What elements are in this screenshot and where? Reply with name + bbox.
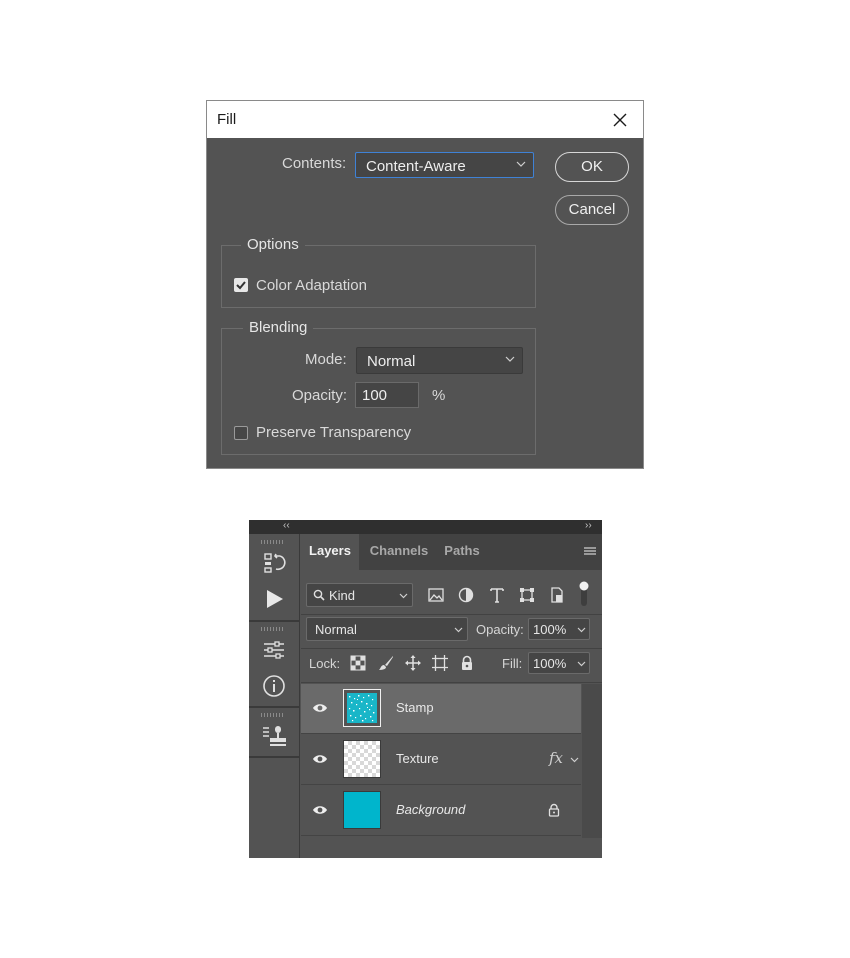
filter-shape-icon[interactable] bbox=[518, 586, 536, 604]
collapse-left-button[interactable]: ‹‹ bbox=[283, 520, 290, 531]
dock-separator bbox=[249, 620, 299, 622]
blend-mode-select[interactable]: Normal bbox=[306, 617, 468, 641]
eye-visibility-icon[interactable] bbox=[312, 701, 328, 715]
layers-list: Stamp Texture fx Background bbox=[301, 684, 602, 838]
collapse-right-button[interactable]: ›› bbox=[585, 520, 592, 531]
lock-position-move-icon[interactable] bbox=[405, 655, 421, 671]
preserve-transparency-label: Preserve Transparency bbox=[256, 424, 412, 441]
adjustments-icon[interactable] bbox=[261, 637, 287, 663]
filter-pixel-icon[interactable] bbox=[427, 586, 445, 604]
layer-thumbnail-stamp bbox=[343, 689, 381, 727]
layer-thumbnail-background bbox=[343, 791, 381, 829]
fill-select[interactable]: 100% bbox=[528, 652, 590, 674]
fill-value: 100% bbox=[533, 656, 567, 671]
options-legend: Options bbox=[241, 236, 305, 253]
mode-select[interactable]: Normal bbox=[356, 347, 523, 374]
opacity-input[interactable] bbox=[355, 382, 419, 408]
close-icon[interactable] bbox=[605, 105, 635, 135]
color-adaptation-label: Color Adaptation bbox=[256, 277, 367, 294]
divider bbox=[301, 648, 602, 649]
layer-lock-icon bbox=[548, 803, 560, 817]
search-icon bbox=[313, 589, 325, 601]
filter-kind-select[interactable]: Kind bbox=[306, 583, 413, 607]
opacity-select[interactable]: 100% bbox=[528, 618, 590, 640]
layers-panel-main: Layers Channels Paths Kind Normal Opacit… bbox=[301, 534, 602, 858]
layer-row-texture[interactable]: Texture fx bbox=[301, 735, 581, 785]
layer-row-background[interactable]: Background bbox=[301, 786, 581, 836]
lock-artboard-icon[interactable] bbox=[432, 655, 448, 671]
layer-name-texture: Texture bbox=[396, 751, 439, 766]
fill-dialog: Fill Contents: Content-Aware OK Cancel O… bbox=[206, 100, 644, 469]
dock-separator bbox=[249, 706, 299, 708]
blending-legend: Blending bbox=[243, 319, 314, 336]
filter-type-icon[interactable] bbox=[488, 586, 506, 604]
lock-image-pixels-brush-icon[interactable] bbox=[378, 655, 394, 671]
preserve-transparency-checkbox[interactable] bbox=[234, 426, 248, 440]
color-adaptation-checkbox[interactable] bbox=[234, 278, 248, 292]
dock-separator bbox=[249, 756, 299, 758]
effects-expand-chevron-icon[interactable] bbox=[570, 756, 579, 764]
opacity-label: Opacity: bbox=[476, 622, 524, 637]
options-group: Options Color Adaptation bbox=[221, 236, 536, 308]
filter-adjustment-icon[interactable] bbox=[457, 586, 475, 604]
chevron-down-icon bbox=[516, 161, 526, 167]
mode-label: Mode: bbox=[305, 351, 347, 368]
info-icon[interactable] bbox=[261, 673, 287, 699]
chevron-down-icon bbox=[399, 593, 408, 599]
dialog-titlebar: Fill bbox=[207, 101, 643, 138]
fill-label: Fill: bbox=[502, 656, 523, 671]
chevron-down-icon bbox=[577, 627, 586, 633]
filter-smart-object-icon[interactable] bbox=[548, 586, 566, 604]
divider bbox=[301, 614, 602, 615]
history-icon[interactable] bbox=[261, 550, 287, 576]
play-actions-icon[interactable] bbox=[261, 586, 287, 612]
contents-value: Content-Aware bbox=[366, 158, 466, 175]
contents-label: Contents: bbox=[282, 155, 347, 172]
dock-grip[interactable] bbox=[261, 713, 285, 717]
layers-panel: ‹‹ ›› Layers Channels Paths Kind Normal … bbox=[249, 520, 602, 858]
lock-all-icon[interactable] bbox=[459, 655, 475, 671]
opacity-label: Opacity: bbox=[292, 387, 348, 404]
dock-grip[interactable] bbox=[261, 627, 285, 631]
divider bbox=[301, 682, 602, 683]
contents-select[interactable]: Content-Aware bbox=[355, 152, 534, 178]
cancel-button[interactable]: Cancel bbox=[555, 195, 629, 225]
chevron-down-icon bbox=[454, 627, 463, 633]
layer-name-background: Background bbox=[396, 802, 466, 817]
chevron-down-icon bbox=[505, 356, 515, 362]
filter-kind-value: Kind bbox=[329, 588, 356, 603]
tab-paths[interactable]: Paths bbox=[437, 534, 487, 570]
filter-toggle-icon[interactable] bbox=[578, 580, 590, 608]
ok-button[interactable]: OK bbox=[555, 152, 629, 182]
chevron-down-icon bbox=[577, 661, 586, 667]
checkmark-icon bbox=[236, 281, 246, 290]
panel-dock-column bbox=[249, 534, 300, 858]
panel-menu-icon[interactable] bbox=[584, 547, 596, 557]
eye-visibility-icon[interactable] bbox=[312, 803, 328, 817]
opacity-value: 100% bbox=[533, 622, 567, 637]
panel-tab-bar: Layers Channels Paths bbox=[301, 534, 602, 570]
layer-name-stamp: Stamp bbox=[396, 700, 434, 715]
dialog-body: Contents: Content-Aware OK Cancel Option… bbox=[207, 138, 643, 468]
dialog-title: Fill bbox=[217, 111, 237, 128]
opacity-unit: % bbox=[432, 387, 446, 404]
layers-scrollbar[interactable] bbox=[582, 684, 602, 838]
layer-effects-fx-icon[interactable]: fx bbox=[549, 749, 563, 767]
panel-top-strip: ‹‹ ›› bbox=[249, 520, 602, 534]
layer-row-stamp[interactable]: Stamp bbox=[301, 684, 581, 734]
blend-mode-value: Normal bbox=[315, 622, 357, 637]
tab-layers[interactable]: Layers bbox=[301, 534, 359, 570]
dock-grip[interactable] bbox=[261, 540, 285, 544]
lock-transparent-pixels-icon[interactable] bbox=[350, 655, 366, 671]
lock-label: Lock: bbox=[309, 656, 341, 671]
layer-thumbnail-texture bbox=[343, 740, 381, 778]
mode-value: Normal bbox=[367, 353, 416, 370]
tab-channels[interactable]: Channels bbox=[361, 534, 437, 570]
blending-group: Blending Mode: Normal Opacity: % Preserv… bbox=[221, 319, 536, 455]
eye-visibility-icon[interactable] bbox=[312, 752, 328, 766]
clone-source-stamp-icon[interactable] bbox=[261, 723, 287, 749]
